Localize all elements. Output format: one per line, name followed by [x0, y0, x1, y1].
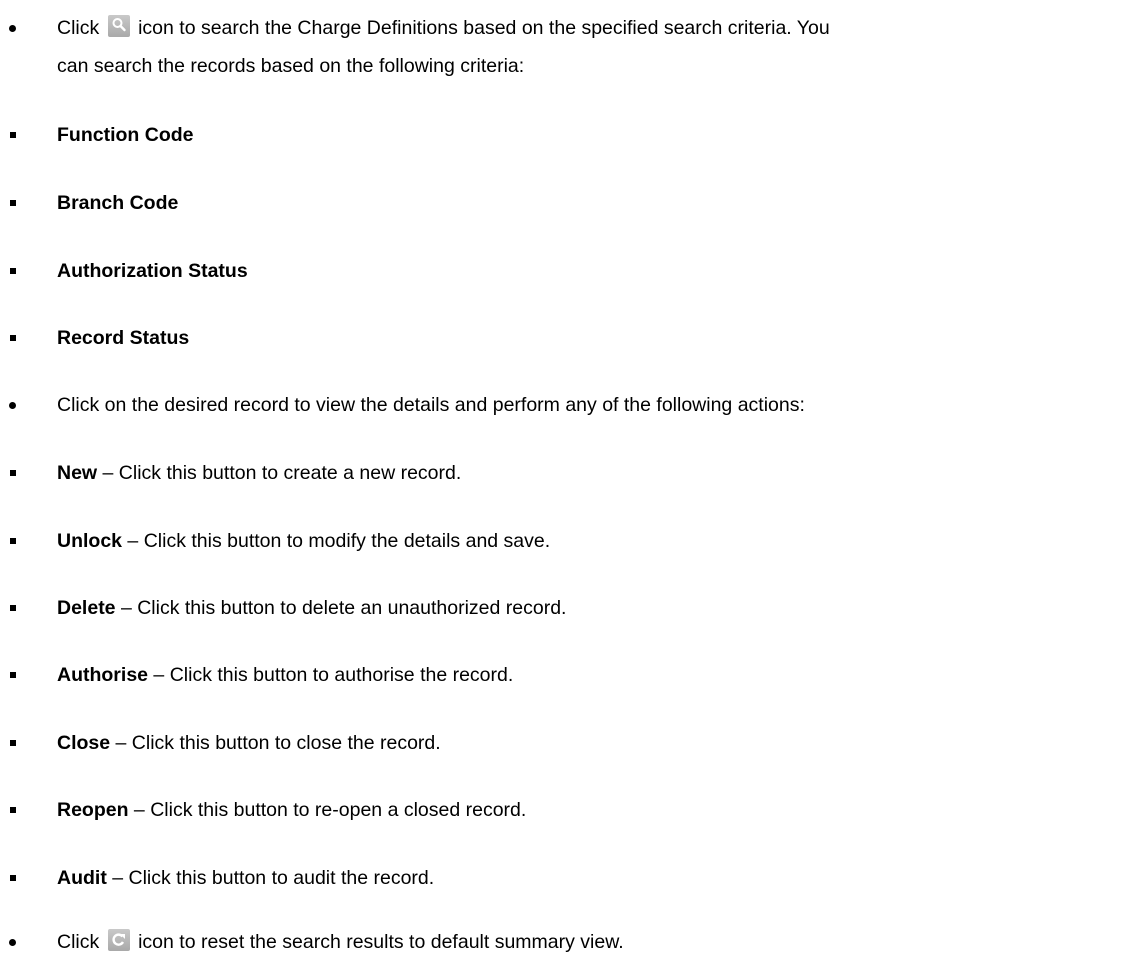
action-label: Reopen: [57, 799, 129, 821]
search-instruction-text: icon to search the Charge Definitions ba…: [138, 17, 830, 39]
action-description: – Click this button to audit the record.: [106, 867, 435, 889]
action-description: – Click this button to authorise the rec…: [148, 664, 514, 686]
action-label: Authorise: [57, 664, 149, 686]
bullet-square: [10, 335, 16, 341]
action-label: Unlock: [57, 530, 123, 552]
bullet-square: [10, 132, 16, 138]
criteria-label: Function Code: [57, 124, 194, 146]
bullet-dot: [9, 939, 16, 946]
bullet-square: [10, 538, 16, 544]
bullet-square: [10, 672, 16, 678]
reset-instruction-text: icon to reset the search results to defa…: [138, 931, 624, 953]
bullet-dot: [9, 25, 16, 32]
criteria-label: Authorization Status: [57, 260, 248, 282]
bullet-square: [10, 875, 16, 881]
criteria-label: Branch Code: [57, 192, 179, 214]
criteria-label: Record Status: [57, 327, 190, 349]
action-description: – Click this button to create a new reco…: [97, 462, 462, 484]
action-description: – Click this button to close the record.: [110, 732, 441, 754]
action-description: – Click this button to modify the detail…: [122, 530, 551, 552]
refresh-icon[interactable]: [107, 929, 130, 951]
bullet-square: [10, 807, 16, 813]
reset-instruction-prefix: Click: [57, 931, 100, 953]
action-label: Delete: [57, 597, 116, 619]
bullet-square: [10, 605, 16, 611]
action-description: – Click this button to delete an unautho…: [115, 597, 567, 619]
action-description: – Click this button to re-open a closed …: [128, 799, 527, 821]
search-instruction: Click icon to search the Charge Definiti…: [0, 14, 1123, 42]
bullet-square: [10, 740, 16, 746]
action-label: New: [57, 462, 98, 484]
action-label: Audit: [57, 867, 107, 889]
search-instruction-prefix: Click: [57, 17, 100, 39]
search-icon[interactable]: [107, 15, 130, 37]
bullet-square: [10, 268, 16, 274]
bullet-square: [10, 200, 16, 206]
action-label: Close: [57, 732, 111, 754]
bullet-dot: [9, 402, 16, 409]
bullet-square: [10, 470, 16, 476]
